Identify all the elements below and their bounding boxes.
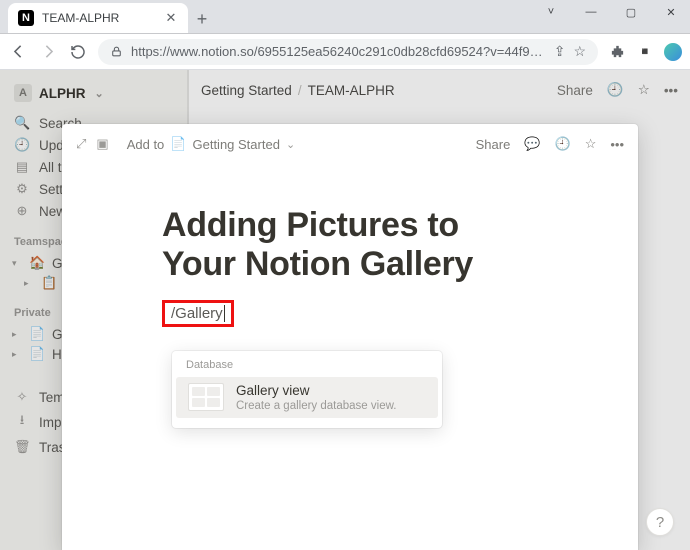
gear-icon: ⚙ — [14, 181, 30, 197]
plus-circle-icon: ⊕ — [14, 203, 30, 219]
new-tab-button[interactable]: + — [188, 5, 216, 33]
breadcrumb-item[interactable]: TEAM-ALPHR — [308, 83, 395, 98]
chevron-down-icon: ⌄ — [286, 138, 295, 151]
workspace-name: ALPHR — [39, 86, 86, 101]
template-icon: ✧ — [14, 389, 30, 405]
trash-icon: 🗑 — [14, 439, 30, 455]
slash-menu-heading: Database — [172, 359, 442, 377]
sidebar-item-label: Upd — [39, 138, 64, 153]
breadcrumb: Getting Started / TEAM-ALPHR Share 🕘 ☆ •… — [189, 70, 690, 110]
nav-forward-icon — [38, 42, 58, 62]
gallery-thumbnail-icon — [188, 383, 224, 411]
extensions-icon[interactable] — [608, 43, 626, 61]
notion-favicon: N — [18, 10, 34, 26]
house-icon: 🏠 — [29, 255, 45, 271]
share-url-icon[interactable]: ⇪ — [554, 43, 566, 60]
window-close-icon[interactable]: ✕ — [652, 0, 690, 24]
sidebar-item-label: Tem — [39, 390, 65, 405]
comments-icon[interactable]: 💬 — [524, 136, 540, 152]
help-button[interactable]: ? — [646, 508, 674, 536]
profile-avatar-icon[interactable] — [664, 43, 682, 61]
nav-back-icon[interactable] — [8, 42, 28, 62]
lock-icon — [110, 45, 123, 58]
slash-menu-item-gallery-view[interactable]: Gallery view Create a gallery database v… — [176, 377, 438, 418]
slash-menu-item-title: Gallery view — [236, 383, 396, 398]
workspace-switcher[interactable]: A ALPHR ⌄ — [10, 80, 179, 112]
more-icon[interactable]: ••• — [610, 137, 624, 152]
clock-icon[interactable]: 🕘 — [555, 136, 571, 152]
window-maximize-icon[interactable]: ▢ — [612, 0, 650, 24]
chevron-down-icon[interactable]: ˅ — [532, 0, 570, 24]
page-icon: 📋 — [41, 275, 57, 291]
clock-icon: 🕘 — [14, 137, 30, 153]
share-button[interactable]: Share — [476, 137, 511, 152]
star-icon[interactable]: ☆ — [638, 82, 650, 98]
page-title[interactable]: Adding Pictures to Your Notion Gallery — [162, 206, 538, 284]
import-icon: ⭳ — [14, 411, 30, 433]
add-to-target: Getting Started — [192, 137, 279, 152]
url-text: https://www.notion.so/6955125ea56240c291… — [131, 44, 546, 59]
add-to-control[interactable]: Add to 📄 Getting Started ⌄ — [127, 136, 295, 152]
nav-reload-icon[interactable] — [68, 42, 88, 62]
expand-icon[interactable]: ⤢ — [76, 136, 86, 152]
window-titlebar: N TEAM-ALPHR ✕ + ˅ — ▢ ✕ — [0, 0, 690, 34]
sidebar-item-label: Imp — [39, 415, 62, 430]
bookmark-star-icon[interactable]: ☆ — [573, 43, 586, 60]
slash-command-text: /Gallery — [171, 305, 225, 322]
clock-icon[interactable]: 🕘 — [607, 82, 624, 98]
star-icon[interactable]: ☆ — [585, 136, 597, 152]
breadcrumb-item[interactable]: Getting Started — [201, 83, 292, 98]
address-bar[interactable]: https://www.notion.so/6955125ea56240c291… — [98, 39, 598, 65]
modal-toolbar: ⤢ ▣ Add to 📄 Getting Started ⌄ Share 💬 🕘… — [62, 124, 638, 164]
page-icon: 📄 — [170, 136, 186, 152]
browser-tab[interactable]: N TEAM-ALPHR ✕ — [8, 3, 188, 33]
browser-toolbar: https://www.notion.so/6955125ea56240c291… — [0, 34, 690, 70]
slash-menu: Database Gallery view Create a gallery d… — [172, 351, 442, 428]
slash-menu-item-sub: Create a gallery database view. — [236, 400, 396, 412]
slash-command-input[interactable]: /Gallery — [162, 300, 234, 327]
page-title-line: Adding Pictures to — [162, 206, 459, 244]
page-modal: ⤢ ▣ Add to 📄 Getting Started ⌄ Share 💬 🕘… — [62, 124, 638, 550]
share-button[interactable]: Share — [557, 83, 593, 98]
add-to-label: Add to — [127, 137, 165, 152]
extension-square-icon[interactable]: ◾ — [636, 43, 654, 61]
tab-title: TEAM-ALPHR — [42, 11, 119, 25]
cards-icon: ▤ — [14, 159, 30, 175]
page-icon: 📄 — [29, 346, 45, 362]
workspace-logo: A — [14, 84, 32, 102]
tab-close-icon[interactable]: ✕ — [164, 11, 178, 25]
peek-icon[interactable]: ▣ — [96, 136, 108, 152]
window-minimize-icon[interactable]: — — [572, 0, 610, 24]
search-icon: 🔍 — [14, 115, 30, 131]
page-icon: 📄 — [29, 326, 45, 342]
chevron-down-icon: ⌄ — [95, 87, 104, 100]
sidebar-item-label: All t — [39, 160, 62, 175]
more-icon[interactable]: ••• — [664, 83, 678, 98]
page-title-line: Your Notion Gallery — [162, 245, 473, 283]
breadcrumb-separator: / — [298, 83, 302, 98]
